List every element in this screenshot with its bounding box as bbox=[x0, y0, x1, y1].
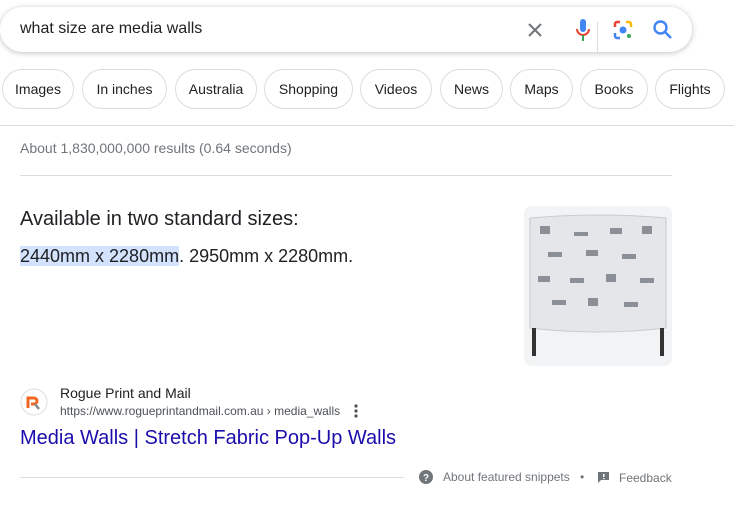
clear-icon[interactable] bbox=[525, 20, 545, 40]
site-favicon[interactable] bbox=[20, 388, 48, 416]
chip-australia[interactable]: Australia bbox=[175, 69, 257, 109]
url-domain: https://www.rogueprintandmail.com.au bbox=[60, 404, 264, 418]
chip-videos[interactable]: Videos bbox=[360, 69, 432, 109]
result-title-link[interactable]: Media Walls | Stretch Fabric Pop-Up Wall… bbox=[20, 427, 396, 450]
more-options-icon[interactable] bbox=[352, 403, 360, 419]
chip-label: Shopping bbox=[278, 81, 339, 97]
divider bbox=[20, 477, 404, 478]
snippet-heading: Available in two standard sizes: bbox=[20, 208, 299, 230]
chip-shopping[interactable]: Shopping bbox=[264, 69, 353, 109]
snippet-highlight: 2440mm x 2280mm bbox=[20, 246, 180, 266]
result-stats: About 1,830,000,000 results (0.64 second… bbox=[20, 140, 292, 156]
feedback-icon[interactable] bbox=[597, 471, 610, 484]
feedback-link[interactable]: Feedback bbox=[619, 471, 672, 485]
divider bbox=[20, 175, 672, 176]
result-url[interactable]: https://www.rogueprintandmail.com.au › m… bbox=[60, 404, 340, 418]
snippet-image[interactable] bbox=[524, 206, 672, 366]
chip-label: Images bbox=[15, 81, 61, 97]
chip-label: Flights bbox=[669, 81, 711, 97]
chip-in-inches[interactable]: In inches bbox=[82, 69, 167, 109]
help-icon[interactable]: ? bbox=[419, 470, 433, 484]
snippet-rest: . 2950mm x 2280mm. bbox=[179, 246, 354, 266]
divider bbox=[0, 125, 734, 126]
divider bbox=[597, 22, 598, 52]
chip-label: Videos bbox=[374, 81, 418, 97]
chip-label: News bbox=[453, 81, 489, 97]
search-input[interactable]: what size are media walls bbox=[20, 20, 202, 38]
chip-label: Australia bbox=[188, 81, 244, 97]
chip-books[interactable]: Books bbox=[580, 69, 648, 109]
separator-dot: • bbox=[580, 470, 585, 484]
microphone-icon[interactable] bbox=[574, 18, 592, 44]
search-box[interactable]: what size are media walls bbox=[0, 7, 692, 52]
chip-label: Maps bbox=[524, 81, 559, 97]
search-icon[interactable] bbox=[652, 19, 674, 41]
site-name: Rogue Print and Mail bbox=[60, 385, 191, 401]
about-featured-snippets-link[interactable]: About featured snippets bbox=[443, 470, 570, 484]
chip-flights[interactable]: Flights bbox=[655, 69, 725, 109]
url-path: › media_walls bbox=[263, 404, 341, 418]
chip-maps[interactable]: Maps bbox=[510, 69, 573, 109]
media-wall-image bbox=[529, 214, 667, 356]
google-lens-icon[interactable] bbox=[612, 19, 634, 41]
chip-news[interactable]: News bbox=[440, 69, 503, 109]
snippet-answer: 2440mm x 2280mm. 2950mm x 2280mm. bbox=[20, 246, 353, 267]
svg-text:?: ? bbox=[423, 473, 429, 484]
chip-label: Books bbox=[594, 81, 634, 97]
chip-label: In inches bbox=[96, 81, 153, 97]
chip-images[interactable]: Images bbox=[2, 69, 74, 109]
